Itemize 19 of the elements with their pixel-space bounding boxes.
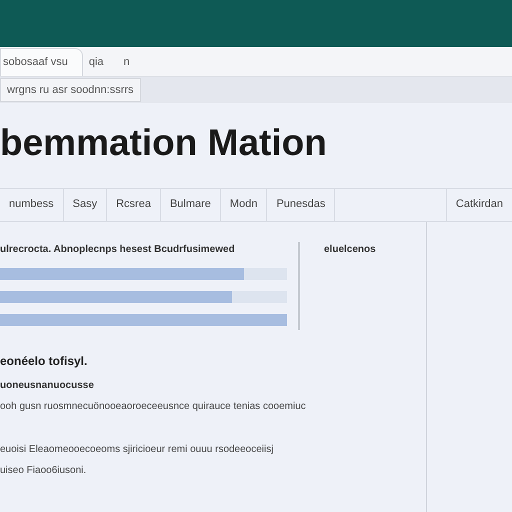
paragraph: ooh gusn ruosmnecuönooeaoroeceeusnce quirauce tenias cooemiuc (0, 400, 307, 414)
browser-tab[interactable]: sobosaaf vsu (0, 48, 83, 76)
panel-title: ulrecrocta. Abnoplecnps hesest Bcudrfusimewed (0, 242, 236, 257)
tab[interactable]: Bulmare (160, 188, 221, 221)
paragraph: uiseo Fiaoo6iusoni. (0, 464, 88, 478)
tab[interactable]: numbess (0, 188, 64, 221)
subheading: uoneusnanuocusse (0, 378, 95, 393)
browser-tab[interactable]: qia (86, 48, 118, 76)
section-heading: eonéelo tofisyl. (0, 352, 88, 370)
paragraph: euoisi Eleaomeooecoeoms sjiricioeur remi ouuu rsodeeoceiisj (0, 442, 274, 457)
tab[interactable]: Rcsrea (107, 188, 161, 221)
tab[interactable]: Sasy (64, 188, 108, 221)
address-field[interactable]: wrgns ru asr soodnn:ssrrs (0, 78, 141, 102)
browser-tab[interactable]: n (122, 48, 144, 76)
side-label: eluelcenos (324, 242, 376, 257)
tab[interactable]: Catkirdan (446, 188, 512, 221)
tab[interactable]: Punesdas (267, 188, 336, 221)
tab[interactable]: Modn (220, 188, 268, 221)
page-title: bemmation Mation (0, 123, 328, 164)
